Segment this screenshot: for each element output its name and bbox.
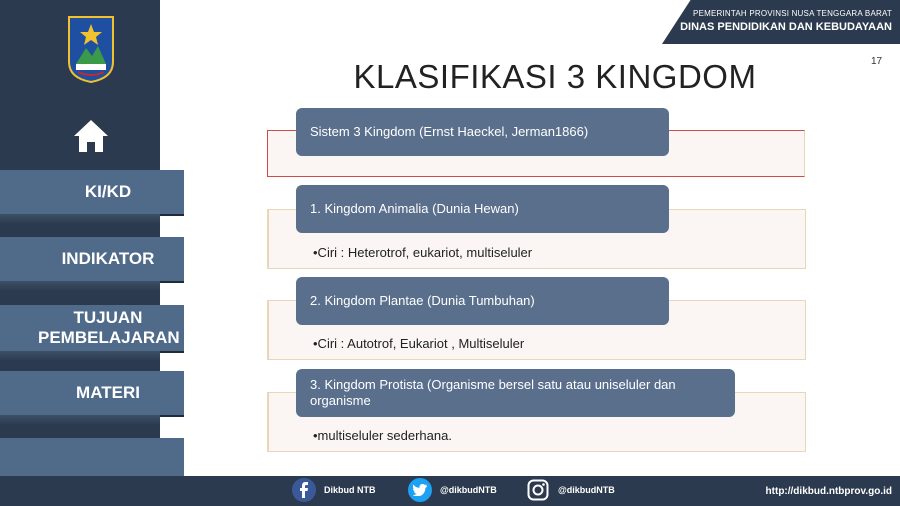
- section-heading: 2. Kingdom Plantae (Dunia Tumbuhan): [296, 277, 669, 325]
- nav-tab-label: INDIKATOR: [61, 249, 155, 268]
- website-link[interactable]: http://dikbud.ntbprov.go.id: [766, 486, 892, 497]
- instagram-link[interactable]: @dikbudNTB: [526, 478, 615, 502]
- slide-title: KLASIFIKASI 3 KINGDOM: [353, 58, 757, 95]
- nav-tab-label: TUJUAN PEMBELAJARAN: [38, 308, 180, 347]
- nav-tab-blank[interactable]: [0, 438, 184, 478]
- nav-tab-label: KI/KD: [84, 182, 132, 201]
- nav-tab-materi[interactable]: MATERI: [0, 371, 184, 425]
- section-heading: 1. Kingdom Animalia (Dunia Hewan): [296, 185, 669, 233]
- twitter-link[interactable]: @dikbudNTB: [408, 478, 497, 502]
- content-text: •Ciri : Autotrof, Eukariot , Multiselule…: [313, 336, 525, 351]
- header-government: PEMERINTAH PROVINSI NUSA TENGGARA BARAT: [693, 9, 892, 18]
- twitter-icon: [408, 478, 432, 502]
- twitter-handle: @dikbudNTB: [440, 485, 497, 495]
- instagram-icon: [526, 478, 550, 502]
- content-text: •Ciri : Heterotrof, eukariot, multiselul…: [313, 245, 533, 260]
- section-heading: Sistem 3 Kingdom (Ernst Haeckel, Jerman1…: [296, 108, 669, 156]
- nav-tab-tujuan-pembelajaran[interactable]: TUJUAN PEMBELAJARAN: [0, 305, 184, 361]
- facebook-link[interactable]: Dikbud NTB: [292, 478, 376, 502]
- nav-tab-ki-kd[interactable]: KI/KD: [0, 170, 184, 224]
- section-heading: 3. Kingdom Protista (Organisme bersel sa…: [296, 369, 735, 417]
- content-text: •multiseluler sederhana.: [313, 428, 452, 443]
- nav-tab-label: MATERI: [76, 383, 140, 402]
- nav-tab-indikator[interactable]: INDIKATOR: [0, 237, 184, 291]
- ntb-emblem-logo: [66, 14, 116, 84]
- home-icon[interactable]: [72, 118, 110, 154]
- facebook-icon: [292, 478, 316, 502]
- facebook-handle: Dikbud NTB: [324, 485, 376, 495]
- instagram-handle: @dikbudNTB: [558, 485, 615, 495]
- page-number: 17: [871, 56, 883, 67]
- header-department: DINAS PENDIDIKAN DAN KEBUDAYAAN: [680, 21, 892, 33]
